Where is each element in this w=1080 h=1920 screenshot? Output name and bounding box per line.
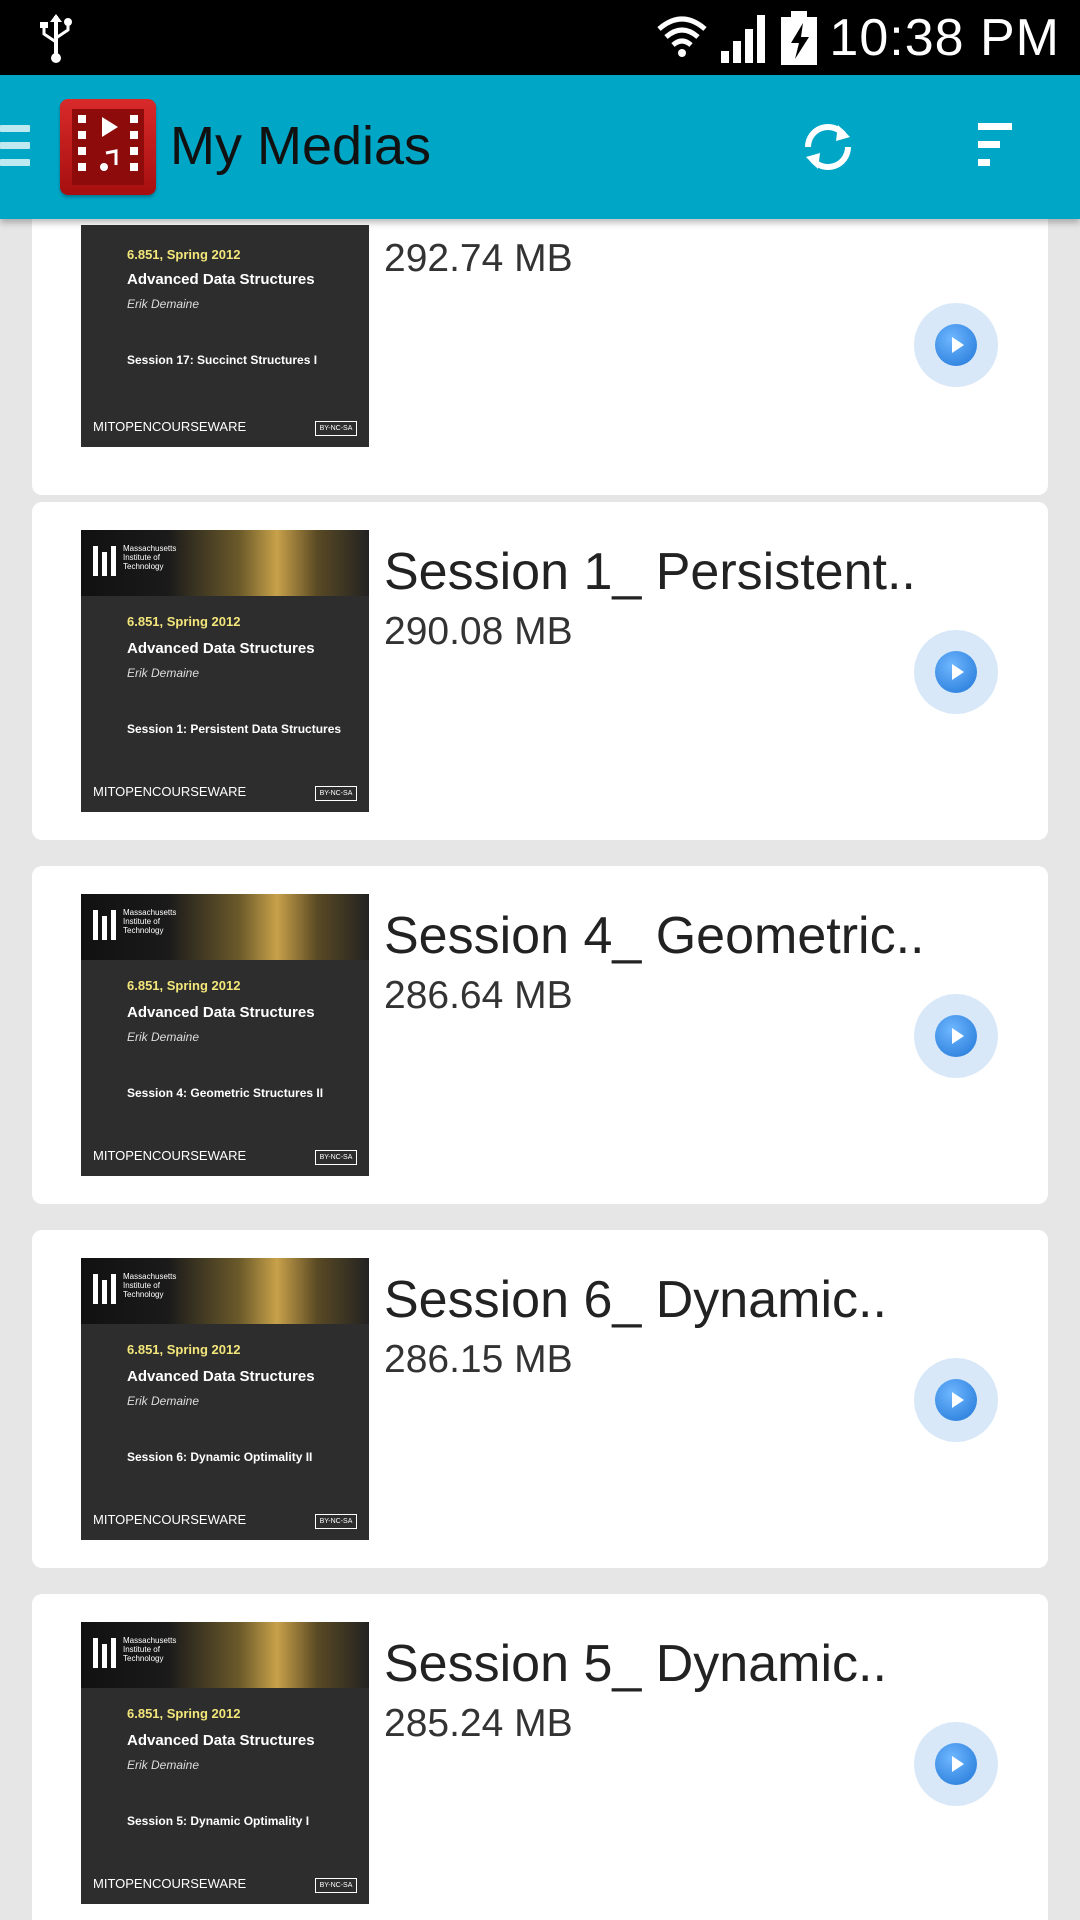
mit-logo-icon — [93, 1274, 119, 1304]
play-icon — [952, 337, 964, 353]
thumb-ocw: MITOPENCOURSEWARE — [93, 784, 247, 799]
thumb-author: Erik Demaine — [127, 666, 200, 680]
media-size: 286.15 MB — [384, 1338, 573, 1381]
media-size: 286.64 MB — [384, 974, 573, 1017]
play-icon — [952, 664, 964, 680]
list-item[interactable]: Massachusetts Institute of Technology 6.… — [32, 1230, 1048, 1568]
list-item[interactable]: Massachusetts Institute of Technology 6.… — [32, 502, 1048, 840]
app-logo-icon[interactable] — [60, 99, 156, 195]
usb-icon — [40, 14, 72, 63]
video-thumbnail: Massachusetts Institute of Technology 6.… — [81, 894, 369, 1176]
video-thumbnail: 6.851, Spring 2012 Advanced Data Structu… — [81, 225, 369, 447]
thumb-author: Erik Demaine — [127, 1394, 200, 1408]
media-title: Session 4_ Geometric.. — [384, 907, 925, 965]
mit-logo-icon — [93, 1638, 119, 1668]
thumb-course: 6.851, Spring 2012 — [127, 978, 241, 993]
video-thumbnail: Massachusetts Institute of Technology 6.… — [81, 1258, 369, 1540]
thumb-course: 6.851, Spring 2012 — [127, 614, 241, 629]
thumb-course-name: Advanced Data Structures — [127, 1368, 315, 1385]
sort-icon[interactable] — [976, 119, 1016, 179]
thumb-course: 6.851, Spring 2012 — [127, 1706, 241, 1721]
license-badge: BY-NC-SA — [315, 1514, 357, 1529]
media-list[interactable]: 6.851, Spring 2012 Advanced Data Structu… — [0, 219, 1080, 1920]
thumb-institution: Massachusetts Institute of Technology — [123, 1272, 177, 1299]
video-thumbnail: Massachusetts Institute of Technology 6.… — [81, 1622, 369, 1904]
list-item[interactable]: 6.851, Spring 2012 Advanced Data Structu… — [32, 219, 1048, 495]
license-badge: BY-NC-SA — [315, 421, 357, 436]
refresh-icon[interactable] — [798, 117, 858, 177]
play-button[interactable] — [914, 994, 998, 1078]
thumb-course-name: Advanced Data Structures — [127, 271, 315, 288]
media-title: Session 1_ Persistent.. — [384, 543, 916, 601]
license-badge: BY-NC-SA — [315, 786, 357, 801]
play-icon — [952, 1756, 964, 1772]
play-icon — [952, 1392, 964, 1408]
thumb-course-name: Advanced Data Structures — [127, 1732, 315, 1749]
thumb-author: Erik Demaine — [127, 1030, 200, 1044]
play-button[interactable] — [914, 1358, 998, 1442]
media-title: Session 6_ Dynamic.. — [384, 1271, 887, 1329]
thumb-ocw: MITOPENCOURSEWARE — [93, 419, 247, 434]
media-size: 290.08 MB — [384, 610, 573, 653]
media-size: 285.24 MB — [384, 1702, 573, 1745]
mit-logo-icon — [93, 546, 119, 576]
thumb-session: Session 6: Dynamic Optimality II — [127, 1450, 313, 1464]
wifi-icon — [657, 16, 708, 57]
play-icon — [952, 1028, 964, 1044]
battery-icon — [781, 10, 818, 65]
app-bar: My Medias — [0, 75, 1080, 219]
signal-icon — [721, 14, 766, 63]
mit-logo-icon — [93, 910, 119, 940]
video-thumbnail: Massachusetts Institute of Technology 6.… — [81, 530, 369, 812]
list-item[interactable]: Massachusetts Institute of Technology 6.… — [32, 1594, 1048, 1920]
app-title: My Medias — [170, 116, 432, 176]
thumb-institution: Massachusetts Institute of Technology — [123, 1636, 177, 1663]
thumb-session: Session 5: Dynamic Optimality I — [127, 1814, 310, 1828]
list-item[interactable]: Massachusetts Institute of Technology 6.… — [32, 866, 1048, 1204]
thumb-session: Session 1: Persistent Data Structures — [127, 722, 342, 736]
media-title: Session 5_ Dynamic.. — [384, 1635, 887, 1693]
play-button[interactable] — [914, 303, 998, 387]
thumb-author: Erik Demaine — [127, 1758, 200, 1772]
license-badge: BY-NC-SA — [315, 1878, 357, 1893]
status-bar: 10:38 PM — [0, 0, 1080, 75]
thumb-institution: Massachusetts Institute of Technology — [123, 544, 177, 571]
license-badge: BY-NC-SA — [315, 1150, 357, 1165]
thumb-ocw: MITOPENCOURSEWARE — [93, 1148, 247, 1163]
thumb-course-name: Advanced Data Structures — [127, 640, 315, 657]
status-time: 10:38 PM — [829, 8, 1060, 67]
thumb-session: Session 17: Succinct Structures I — [127, 353, 318, 367]
thumb-ocw: MITOPENCOURSEWARE — [93, 1512, 247, 1527]
thumb-course: 6.851, Spring 2012 — [127, 247, 241, 262]
menu-icon[interactable] — [0, 125, 30, 171]
media-size: 292.74 MB — [384, 237, 573, 280]
play-button[interactable] — [914, 630, 998, 714]
thumb-author: Erik Demaine — [127, 297, 200, 311]
thumb-session: Session 4: Geometric Structures II — [127, 1086, 324, 1100]
thumb-course: 6.851, Spring 2012 — [127, 1342, 241, 1357]
thumb-institution: Massachusetts Institute of Technology — [123, 908, 177, 935]
thumb-course-name: Advanced Data Structures — [127, 1004, 315, 1021]
play-button[interactable] — [914, 1722, 998, 1806]
thumb-ocw: MITOPENCOURSEWARE — [93, 1876, 247, 1891]
